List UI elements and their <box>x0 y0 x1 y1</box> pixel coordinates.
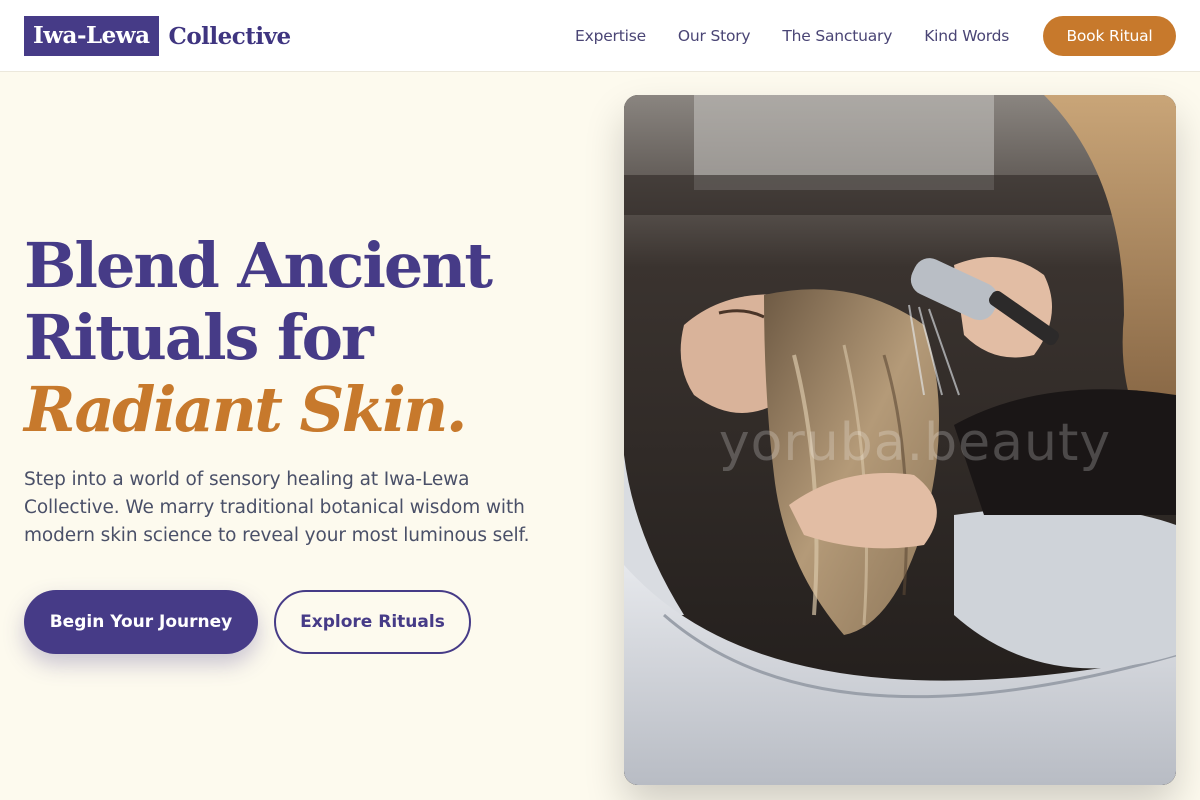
brand-name-rest: Collective <box>168 22 292 50</box>
hero-title: Blend Ancient Rituals for Radiant Skin. <box>24 230 594 446</box>
main-nav: Expertise Our Story The Sanctuary Kind W… <box>575 0 1041 72</box>
nav-link-our-story[interactable]: Our Story <box>678 27 751 45</box>
brand-name-box: Iwa-Lewa <box>24 16 159 56</box>
begin-journey-button[interactable]: Begin Your Journey <box>24 590 258 654</box>
nav-link-kind-words[interactable]: Kind Words <box>924 27 1009 45</box>
nav-link-expertise[interactable]: Expertise <box>575 27 646 45</box>
image-watermark: yoruba.beauty <box>718 413 1112 473</box>
hero-title-accent: Radiant Skin. <box>24 373 467 446</box>
hero-image: yoruba.beauty <box>624 95 1176 785</box>
hero-description: Step into a world of sensory healing at … <box>24 469 530 546</box>
brand-logo[interactable]: Iwa-Lewa Collective <box>24 16 291 56</box>
book-ritual-button[interactable]: Book Ritual <box>1043 16 1176 56</box>
site-header: Iwa-Lewa Collective Expertise Our Story … <box>0 0 1200 72</box>
explore-rituals-button[interactable]: Explore Rituals <box>274 590 471 654</box>
nav-link-the-sanctuary[interactable]: The Sanctuary <box>782 27 892 45</box>
hero-title-line-1: Blend Ancient <box>24 229 493 302</box>
hero-title-line-2: Rituals for <box>24 301 374 374</box>
